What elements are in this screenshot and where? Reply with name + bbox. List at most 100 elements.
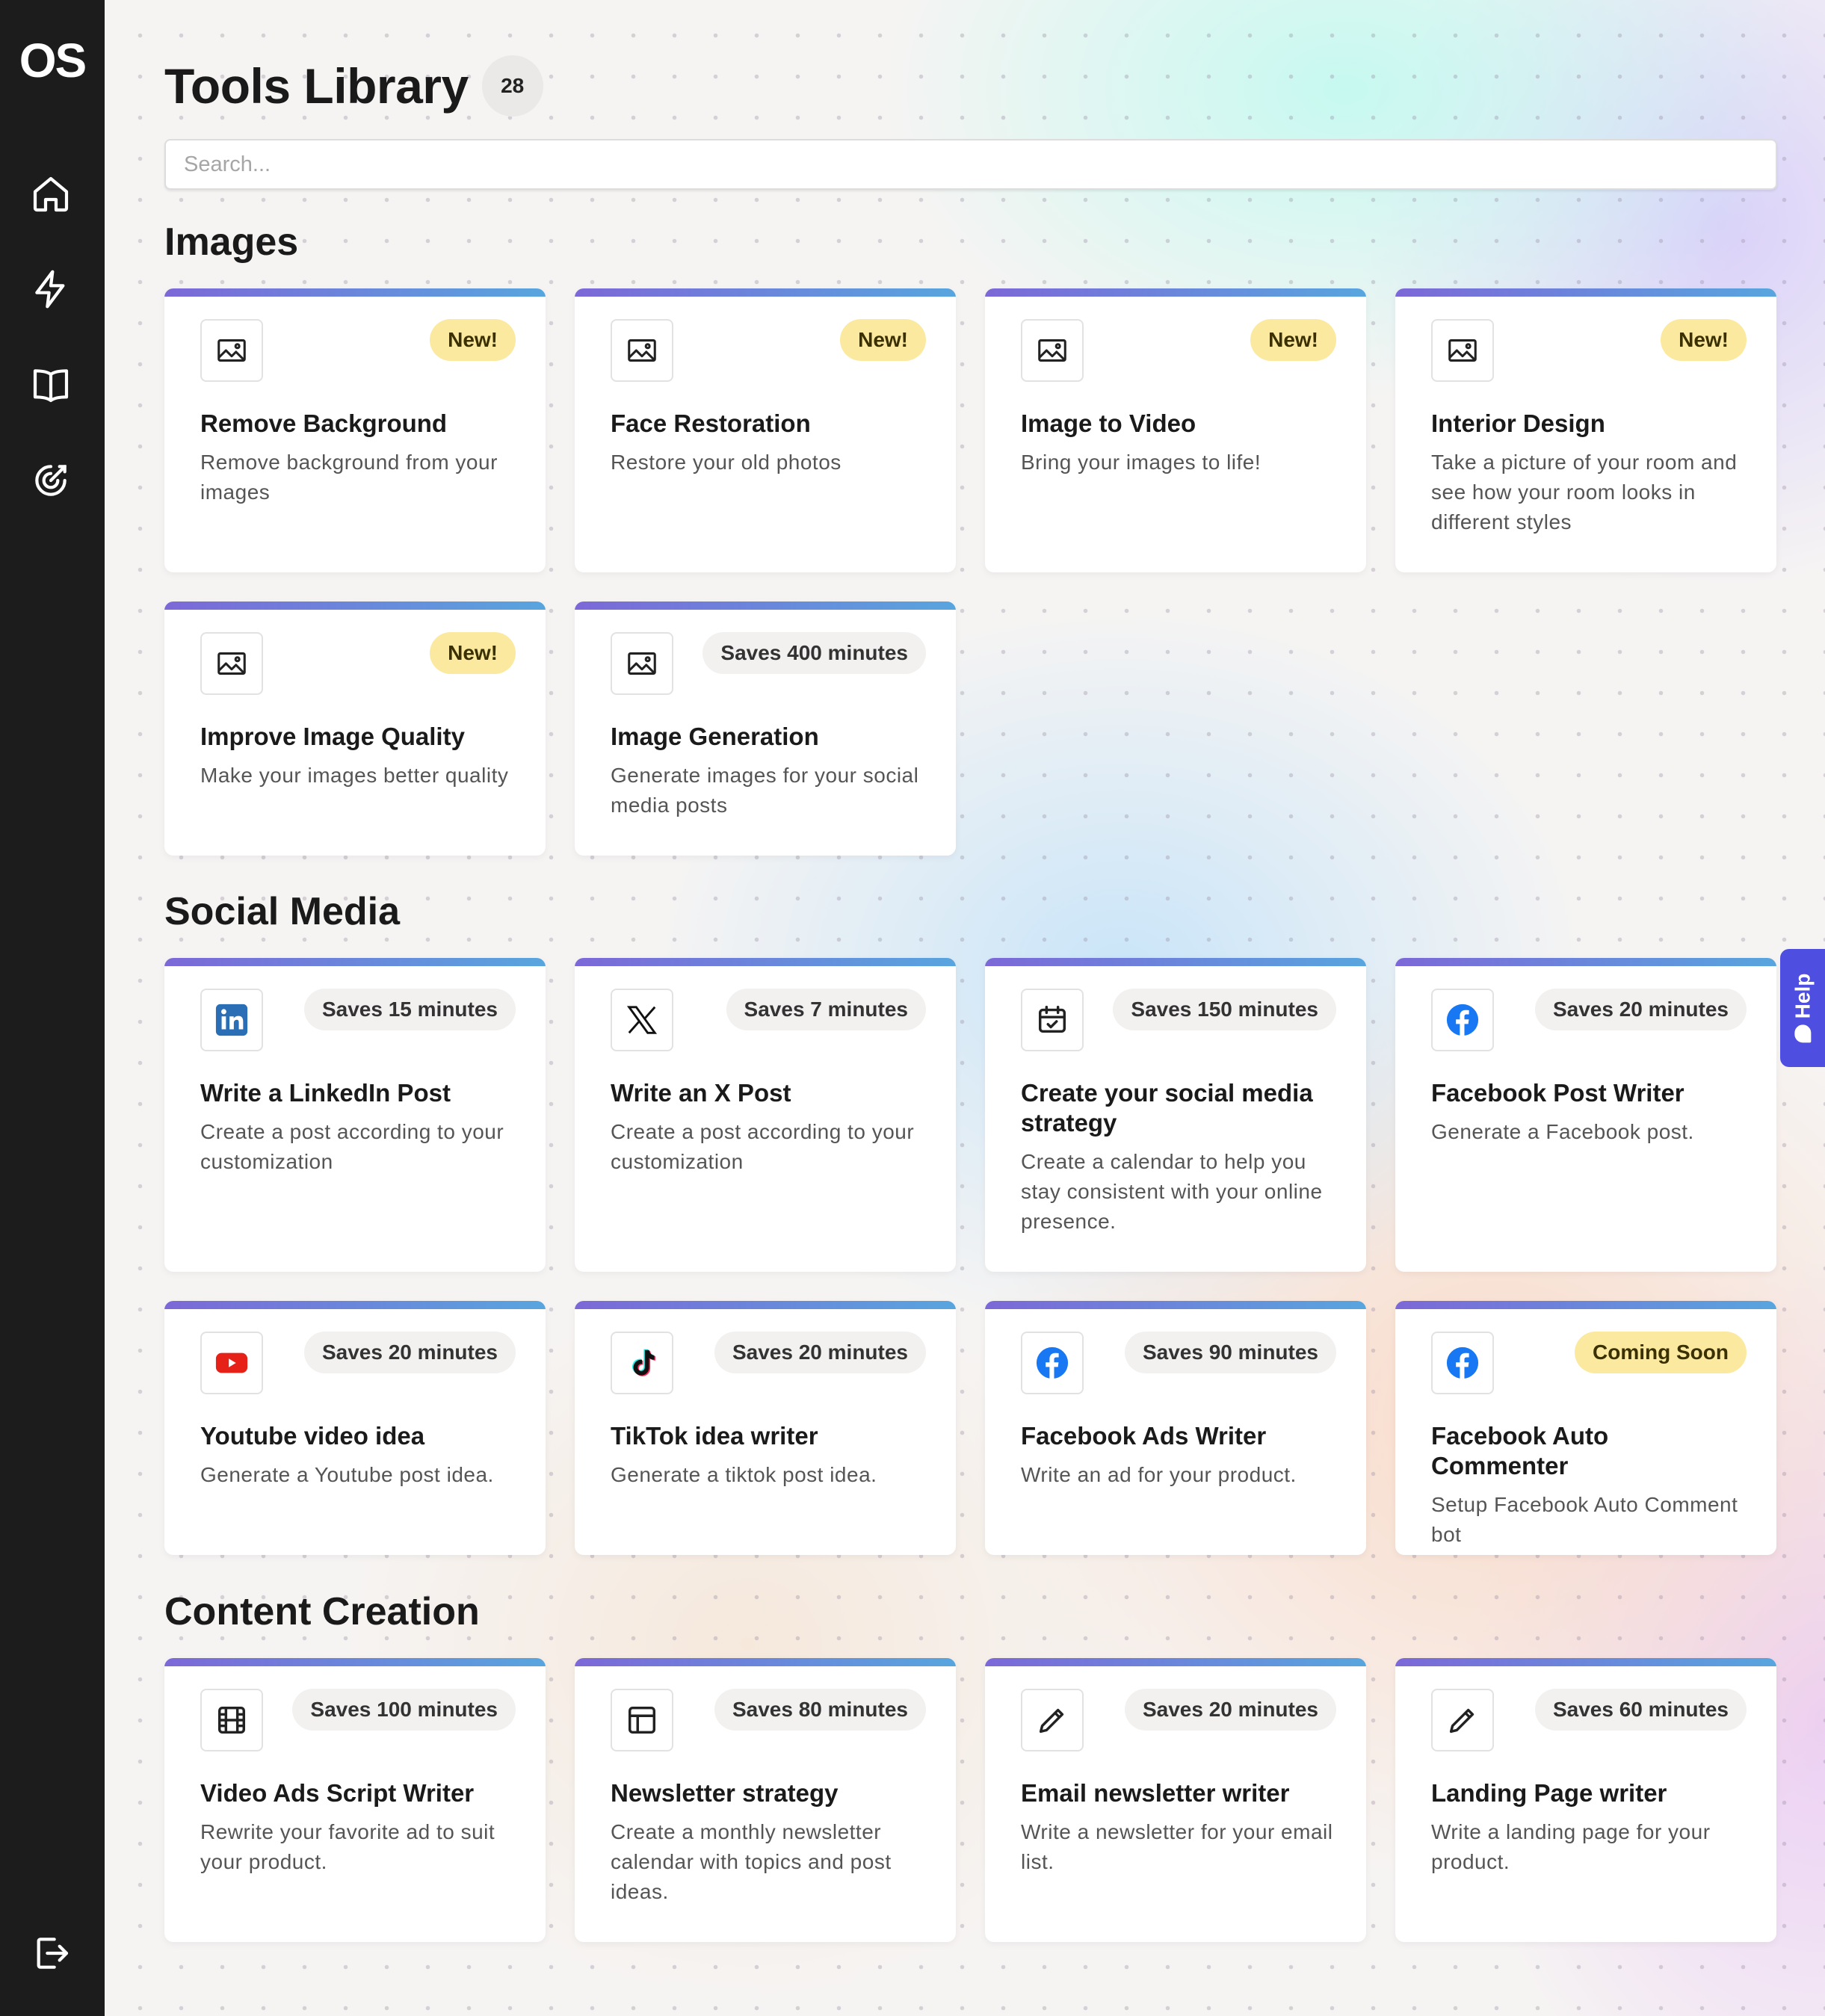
image-icon <box>1021 319 1084 382</box>
tool-card[interactable]: New! Improve Image Quality Make your ima… <box>164 602 546 856</box>
tool-card[interactable]: Saves 7 minutes Write an X Post Create a… <box>575 958 956 1272</box>
tool-card[interactable]: New! Remove Background Remove background… <box>164 288 546 572</box>
card-accent-bar <box>1395 288 1776 297</box>
app-logo[interactable]: OS <box>0 33 105 88</box>
card-accent-bar <box>575 958 956 966</box>
youtube-icon <box>200 1332 263 1394</box>
card-title: Youtube video idea <box>200 1422 425 1450</box>
card-description: Remove background from your images <box>200 451 498 504</box>
card-title: Write a LinkedIn Post <box>200 1079 451 1107</box>
tool-card[interactable]: Saves 60 minutes Landing Page writer Wri… <box>1395 1658 1776 1942</box>
card-accent-bar <box>985 1658 1366 1666</box>
help-button[interactable]: Help <box>1780 949 1825 1067</box>
tool-card[interactable]: Coming Soon Facebook Auto Commenter Setu… <box>1395 1301 1776 1555</box>
card-title: Improve Image Quality <box>200 723 465 750</box>
tool-card[interactable]: Saves 20 minutes Youtube video idea Gene… <box>164 1301 546 1555</box>
section-title-images: Images <box>164 220 299 264</box>
tool-card[interactable]: Saves 90 minutes Facebook Ads Writer Wri… <box>985 1301 1366 1555</box>
tool-card[interactable]: Saves 20 minutes Facebook Post Writer Ge… <box>1395 958 1776 1272</box>
card-description: Restore your old photos <box>611 451 842 474</box>
tool-card[interactable]: Saves 100 minutes Video Ads Script Write… <box>164 1658 546 1942</box>
card-description: Generate a Facebook post. <box>1431 1120 1694 1143</box>
card-accent-bar <box>164 602 546 610</box>
tool-card[interactable]: Saves 20 minutes TikTok idea writer Gene… <box>575 1301 956 1555</box>
target-icon[interactable] <box>27 457 75 504</box>
section-title-content-creation: Content Creation <box>164 1590 480 1633</box>
tool-card[interactable]: Saves 15 minutes Write a LinkedIn Post C… <box>164 958 546 1272</box>
tool-card[interactable]: New! Interior Design Take a picture of y… <box>1395 288 1776 572</box>
card-title: Image to Video <box>1021 409 1196 437</box>
layout-icon <box>611 1689 673 1751</box>
pencil-icon <box>1021 1689 1084 1751</box>
card-title: Newsletter strategy <box>611 1779 839 1807</box>
card-badge: Saves 100 minutes <box>292 1689 516 1731</box>
card-description: Bring your images to life! <box>1021 451 1262 474</box>
card-description: Generate images for your social media po… <box>611 764 919 817</box>
card-title: Remove Background <box>200 409 448 437</box>
card-accent-bar <box>164 288 546 297</box>
card-accent-bar <box>164 958 546 966</box>
home-icon[interactable] <box>27 170 75 218</box>
card-accent-bar <box>1395 1301 1776 1309</box>
card-description: Create a post according to your customiz… <box>200 1120 504 1173</box>
card-title: Video Ads Script Writer <box>200 1779 475 1807</box>
facebook-icon <box>1431 989 1494 1051</box>
tiktok-icon <box>611 1332 673 1394</box>
card-accent-bar <box>1395 1658 1776 1666</box>
tool-card[interactable]: New! Face Restoration Restore your old p… <box>575 288 956 572</box>
facebook-icon <box>1431 1332 1494 1394</box>
tool-card[interactable]: New! Image to Video Bring your images to… <box>985 288 1366 572</box>
tool-card[interactable]: Saves 400 minutes Image Generation Gener… <box>575 602 956 856</box>
page-header: Tools Library 28 <box>164 55 543 117</box>
card-title: Face Restoration <box>611 409 811 437</box>
logout-icon[interactable] <box>27 1929 75 1977</box>
linkedin-icon <box>200 989 263 1051</box>
card-description: Generate a tiktok post idea. <box>611 1463 877 1486</box>
card-description: Create a calendar to help you stay consi… <box>1021 1150 1323 1233</box>
tool-card[interactable]: Saves 80 minutes Newsletter strategy Cre… <box>575 1658 956 1942</box>
card-description: Write an ad for your product. <box>1021 1463 1297 1486</box>
card-accent-bar <box>164 1301 546 1309</box>
card-badge: Saves 60 minutes <box>1534 1689 1747 1731</box>
tool-card[interactable]: Saves 150 minutes Create your social med… <box>985 958 1366 1272</box>
page-title: Tools Library <box>164 58 469 114</box>
card-title: Facebook Auto Commenter <box>1431 1422 1609 1479</box>
card-accent-bar <box>575 1658 956 1666</box>
card-description: Create a monthly newsletter calendar wit… <box>611 1820 892 1903</box>
calendar-icon <box>1021 989 1084 1051</box>
card-accent-bar <box>575 288 956 297</box>
card-description: Write a landing page for your product. <box>1431 1820 1711 1873</box>
card-title: Email newsletter writer <box>1021 1779 1290 1807</box>
tool-card[interactable]: Saves 20 minutes Email newsletter writer… <box>985 1658 1366 1942</box>
card-accent-bar <box>1395 958 1776 966</box>
card-badge: Saves 20 minutes <box>1124 1689 1336 1731</box>
card-accent-bar <box>985 958 1366 966</box>
card-badge: Saves 20 minutes <box>714 1332 926 1373</box>
card-title: Facebook Post Writer <box>1431 1079 1685 1107</box>
facebook-icon <box>1021 1332 1084 1394</box>
lightning-icon[interactable] <box>27 265 75 313</box>
card-title: Create your social media strategy <box>1021 1079 1313 1137</box>
image-icon <box>611 319 673 382</box>
book-icon[interactable] <box>27 361 75 409</box>
chat-bubble-icon <box>1794 1024 1811 1043</box>
card-description: Rewrite your favorite ad to suit your pr… <box>200 1820 495 1873</box>
card-title: Landing Page writer <box>1431 1779 1667 1807</box>
pencil-icon <box>1431 1689 1494 1751</box>
card-badge: New! <box>430 632 516 674</box>
image-icon <box>611 632 673 695</box>
card-description: Setup Facebook Auto Comment bot <box>1431 1493 1738 1546</box>
card-title: TikTok idea writer <box>611 1422 818 1450</box>
card-badge: Saves 7 minutes <box>726 989 926 1030</box>
card-accent-bar <box>164 1658 546 1666</box>
card-badge: Coming Soon <box>1575 1332 1747 1373</box>
sidebar: OS <box>0 0 105 2016</box>
card-accent-bar <box>985 1301 1366 1309</box>
image-icon <box>1431 319 1494 382</box>
card-title: Interior Design <box>1431 409 1605 437</box>
search-input[interactable] <box>164 139 1777 190</box>
film-icon <box>200 1689 263 1751</box>
card-description: Take a picture of your room and see how … <box>1431 451 1738 534</box>
card-badge: Saves 90 minutes <box>1124 1332 1336 1373</box>
card-accent-bar <box>575 1301 956 1309</box>
